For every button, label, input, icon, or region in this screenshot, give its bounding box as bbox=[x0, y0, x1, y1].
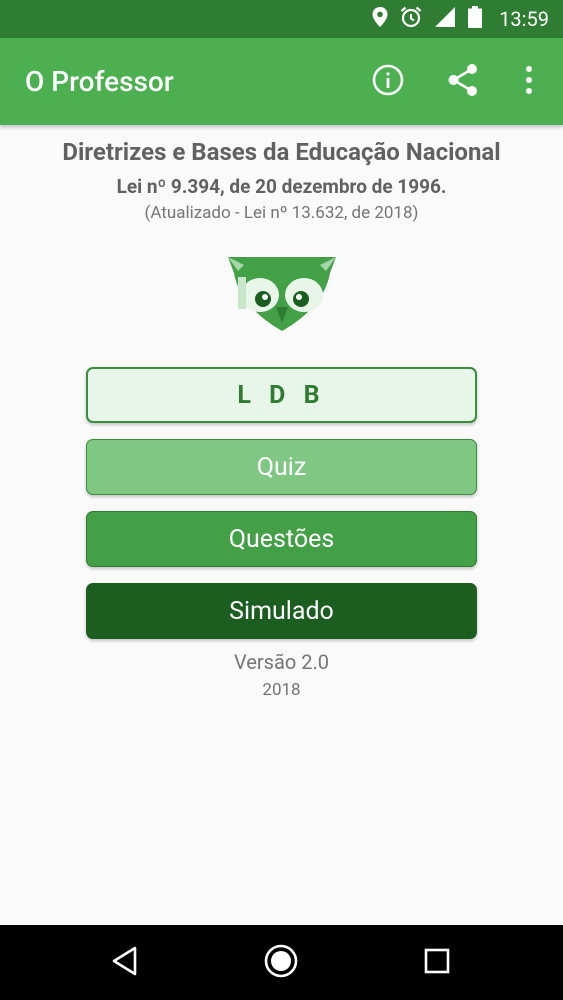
more-vert-icon bbox=[524, 65, 534, 99]
page-title: Diretrizes e Bases da Educação Nacional bbox=[62, 138, 501, 166]
recents-icon bbox=[423, 947, 451, 979]
main-content: Diretrizes e Bases da Educação Nacional … bbox=[0, 125, 563, 925]
recents-button[interactable] bbox=[414, 940, 460, 986]
home-icon bbox=[263, 943, 299, 983]
home-button[interactable] bbox=[258, 940, 304, 986]
questoes-button[interactable]: Questões bbox=[86, 511, 477, 567]
navigation-bar bbox=[0, 925, 563, 1000]
battery-icon bbox=[467, 5, 483, 33]
alarm-icon bbox=[399, 5, 423, 33]
simulado-button[interactable]: Simulado bbox=[86, 583, 477, 639]
back-button[interactable] bbox=[102, 940, 148, 986]
updated-note: (Atualizado - Lei nº 13.632, de 2018) bbox=[144, 203, 419, 223]
app-bar: O Professor bbox=[0, 38, 563, 125]
info-icon bbox=[371, 63, 405, 101]
quiz-button[interactable]: Quiz bbox=[86, 439, 477, 495]
back-icon bbox=[110, 945, 140, 981]
ldb-button[interactable]: L D B bbox=[86, 367, 477, 423]
year-label: 2018 bbox=[262, 680, 301, 700]
status-bar: 13:59 bbox=[0, 0, 563, 38]
share-button[interactable] bbox=[440, 59, 486, 105]
version-label: Versão 2.0 bbox=[233, 650, 329, 674]
owl-logo bbox=[226, 255, 338, 335]
share-icon bbox=[447, 63, 479, 101]
info-button[interactable] bbox=[365, 59, 411, 105]
more-options-button[interactable] bbox=[506, 59, 552, 105]
status-icons: 13:59 bbox=[371, 0, 549, 38]
clock: 13:59 bbox=[499, 7, 549, 31]
app-title: O Professor bbox=[25, 65, 174, 98]
location-icon bbox=[371, 6, 389, 32]
signal-icon bbox=[433, 6, 457, 32]
law-subtitle: Lei nº 9.394, de 20 dezembro de 1996. bbox=[116, 175, 447, 198]
